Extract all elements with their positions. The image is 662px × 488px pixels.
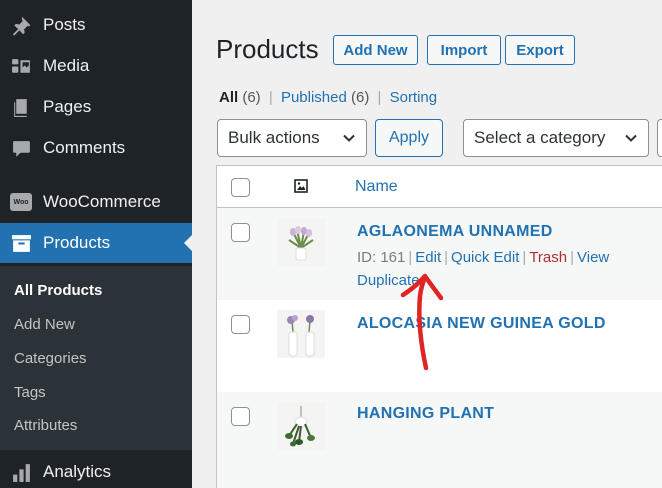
filter-all[interactable]: All <box>219 89 238 106</box>
product-name-link[interactable]: ALOCASIA NEW GUINEA GOLD <box>357 315 606 333</box>
sidebar-item-label: Comments <box>43 138 126 157</box>
sidebar-item-label: Media <box>43 56 90 75</box>
page-title: Products <box>216 34 319 64</box>
sidebar-item-comments[interactable]: Comments <box>0 128 192 168</box>
separator: | <box>408 249 413 266</box>
plant-image <box>277 218 325 266</box>
sidebar-item-media[interactable]: Media <box>0 46 192 86</box>
table-row: ALOCASIA NEW GUINEA GOLD <box>217 300 662 392</box>
status-filters: All (6) | Published (6) | Sorting <box>219 89 437 106</box>
submenu-categories[interactable]: Categories <box>14 350 87 367</box>
pin-icon <box>10 14 32 36</box>
woo-badge: Woo <box>10 193 32 211</box>
submenu-add-new[interactable]: Add New <box>14 316 75 333</box>
sidebar-item-label: Analytics <box>43 462 112 481</box>
filter-sorting[interactable]: Sorting <box>390 89 438 106</box>
chart-bar-icon <box>10 461 32 483</box>
duplicate-link[interactable]: Duplicate <box>357 272 420 289</box>
separator: | <box>377 89 382 106</box>
view-link[interactable]: View <box>577 249 609 266</box>
edit-link[interactable]: Edit <box>415 249 441 266</box>
table-row: HANGING PLANT <box>217 392 662 488</box>
category-select[interactable]: Select a category <box>463 119 649 157</box>
row-checkbox[interactable] <box>231 407 250 426</box>
submenu-all-products[interactable]: All Products <box>14 282 102 299</box>
product-thumbnail[interactable] <box>277 402 325 450</box>
export-button[interactable]: Export <box>505 35 575 65</box>
row-checkbox[interactable] <box>231 315 250 334</box>
name-column-header[interactable]: Name <box>355 178 398 196</box>
submenu-tags[interactable]: Tags <box>14 384 46 401</box>
import-button[interactable]: Import <box>427 35 501 65</box>
plant-image <box>277 310 325 358</box>
sidebar-item-label: Posts <box>43 15 86 34</box>
select-all-checkbox[interactable] <box>231 178 250 197</box>
filter-all-count: (6) <box>242 89 261 106</box>
sidebar-item-woocommerce[interactable]: Woo WooCommerce <box>0 182 192 222</box>
product-name-link[interactable]: AGLAONEMA UNNAMED <box>357 223 553 241</box>
sidebar-item-products[interactable]: Products <box>0 223 192 263</box>
trash-link[interactable]: Trash <box>529 249 567 266</box>
submenu-attributes[interactable]: Attributes <box>14 417 77 434</box>
table-row: AGLAONEMA UNNAMED ID: 161 | Edit | Quick Edi… <box>217 208 662 300</box>
product-id: ID: 161 <box>357 249 406 266</box>
sidebar-item-label: WooCommerce <box>43 192 161 211</box>
archive-icon <box>10 232 32 254</box>
product-thumbnail[interactable] <box>277 218 325 266</box>
separator: | <box>268 89 273 106</box>
plant-image <box>277 402 325 450</box>
chevron-down-icon <box>625 134 637 142</box>
apply-button[interactable]: Apply <box>375 119 443 157</box>
filter-published[interactable]: Published <box>281 89 347 106</box>
sidebar-item-analytics[interactable]: Analytics <box>0 452 192 488</box>
quick-edit-link[interactable]: Quick Edit <box>451 249 519 266</box>
chevron-down-icon <box>343 134 355 142</box>
filter-published-count: (6) <box>351 89 370 106</box>
separator: | <box>522 249 527 266</box>
admin-sidebar: Posts Media Pages Comments Woo WooCommer… <box>0 0 192 488</box>
add-new-button[interactable]: Add New <box>333 35 418 65</box>
sidebar-item-label: Products <box>43 233 111 252</box>
sidebar-item-posts[interactable]: Posts <box>0 5 192 45</box>
products-submenu: All Products Add New Categories Tags Att… <box>0 266 192 450</box>
category-select-value: Select a category <box>474 128 606 147</box>
product-thumbnail[interactable] <box>277 310 325 358</box>
media-icon <box>10 55 32 77</box>
products-table: Name AGLAONEMA UNNAMED ID: 161 | Edit | Quic… <box>216 165 662 488</box>
bulk-actions-select[interactable]: Bulk actions <box>217 119 367 157</box>
row-actions: ID: 161 | Edit | Quick Edit | Trash | View Duplic… <box>357 246 657 292</box>
separator: | <box>570 249 575 266</box>
product-name-link[interactable]: HANGING PLANT <box>357 405 494 423</box>
pages-icon <box>10 96 32 118</box>
main-content: Products Add New Import Export All (6) |… <box>192 0 662 488</box>
table-header: Name <box>217 166 662 208</box>
sidebar-item-label: Pages <box>43 97 92 116</box>
sidebar-item-pages[interactable]: Pages <box>0 87 192 127</box>
row-checkbox[interactable] <box>231 223 250 242</box>
image-icon <box>294 179 308 193</box>
comment-icon <box>10 137 32 159</box>
separator: | <box>444 249 449 266</box>
bulk-actions-value: Bulk actions <box>228 128 320 147</box>
woo-icon: Woo <box>10 191 32 213</box>
product-type-select[interactable] <box>657 119 662 157</box>
